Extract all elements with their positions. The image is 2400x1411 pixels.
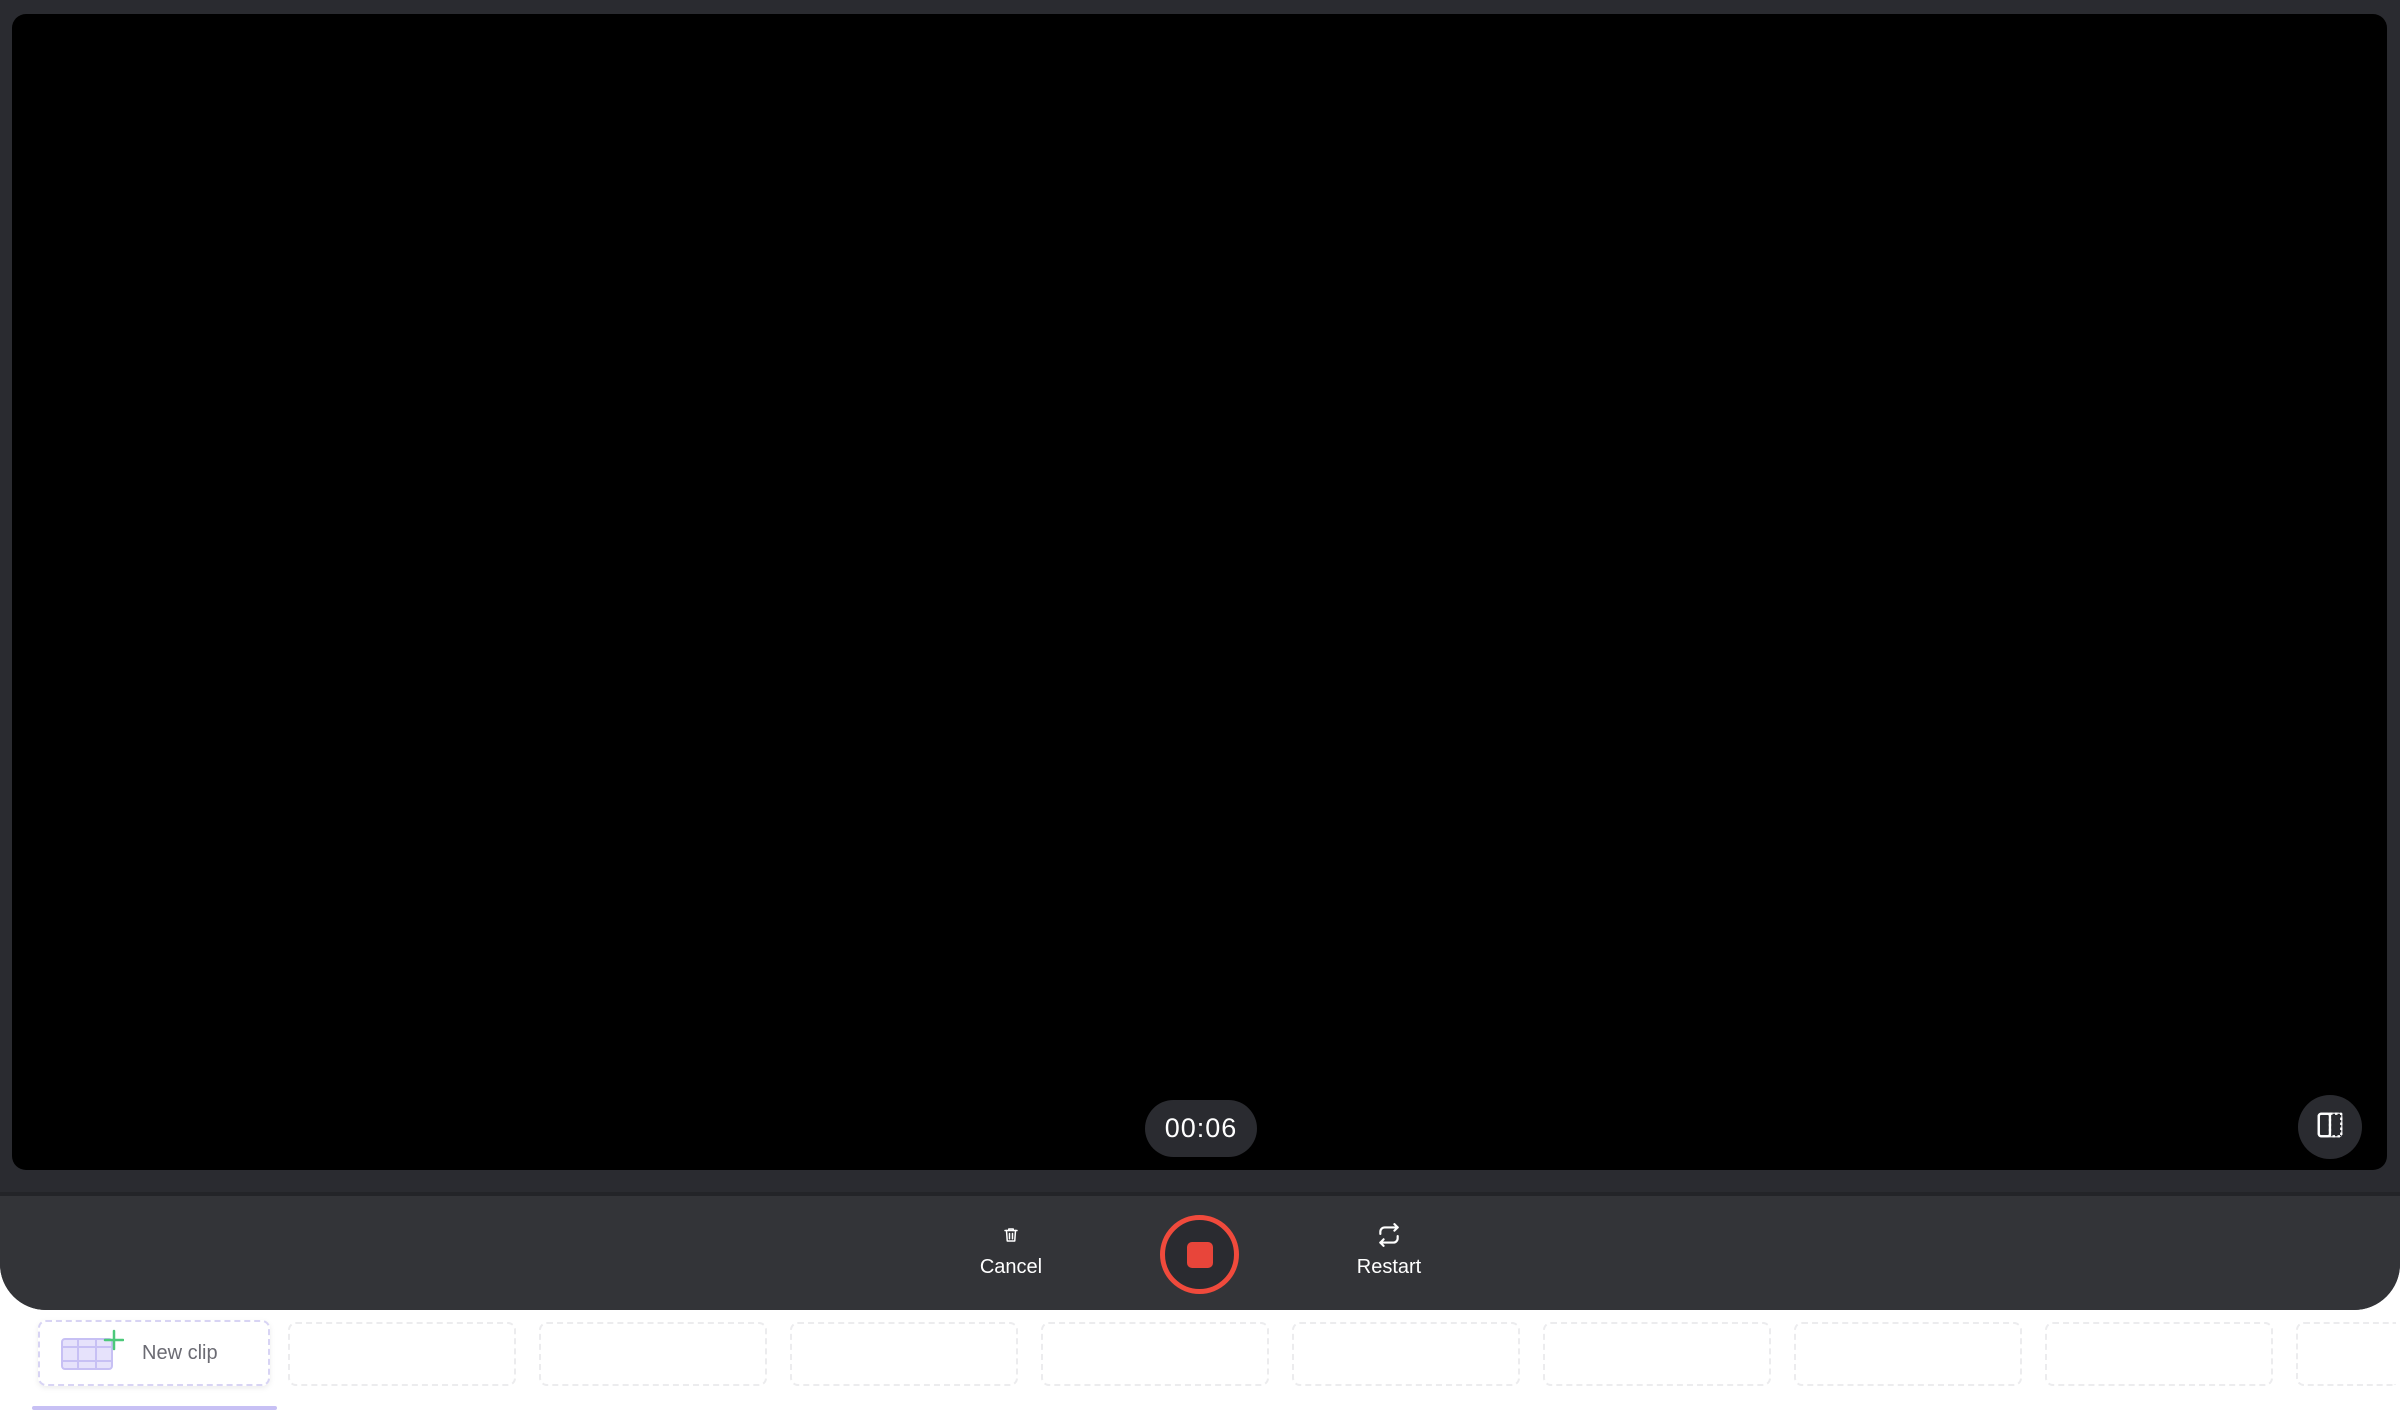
stop-recording-button[interactable] bbox=[1160, 1215, 1239, 1294]
empty-clip-slot bbox=[2296, 1322, 2396, 1386]
recording-timer: 00:06 bbox=[1145, 1100, 1257, 1157]
recorder-window: 00:06 Cancel Restart bbox=[0, 0, 2400, 1310]
empty-clip-slot bbox=[1543, 1322, 1771, 1386]
cancel-label: Cancel bbox=[979, 1256, 1043, 1278]
cancel-button[interactable]: Cancel bbox=[951, 1222, 1071, 1284]
active-clip-indicator bbox=[32, 1406, 277, 1410]
film-plus-icon bbox=[60, 1329, 125, 1378]
restart-label: Restart bbox=[1356, 1256, 1422, 1278]
empty-clip-slot bbox=[539, 1322, 767, 1386]
empty-clip-slot bbox=[1041, 1322, 1269, 1386]
clip-strip: New clip bbox=[0, 1318, 2400, 1411]
empty-clip-slot bbox=[2045, 1322, 2273, 1386]
split-view-icon bbox=[2315, 1110, 2345, 1145]
empty-clip-slot bbox=[1794, 1322, 2022, 1386]
restart-button[interactable]: Restart bbox=[1329, 1222, 1449, 1284]
stop-icon bbox=[1186, 1241, 1213, 1268]
split-view-button[interactable] bbox=[2298, 1095, 2362, 1159]
repeat-icon bbox=[1376, 1222, 1402, 1248]
new-clip-button[interactable]: New clip bbox=[38, 1320, 270, 1386]
new-clip-label: New clip bbox=[142, 1341, 218, 1364]
trash-icon bbox=[1002, 1222, 1020, 1248]
video-preview bbox=[12, 14, 2387, 1170]
empty-clip-slot bbox=[1292, 1322, 1520, 1386]
empty-clip-slot bbox=[790, 1322, 1018, 1386]
empty-clip-slot bbox=[288, 1322, 516, 1386]
